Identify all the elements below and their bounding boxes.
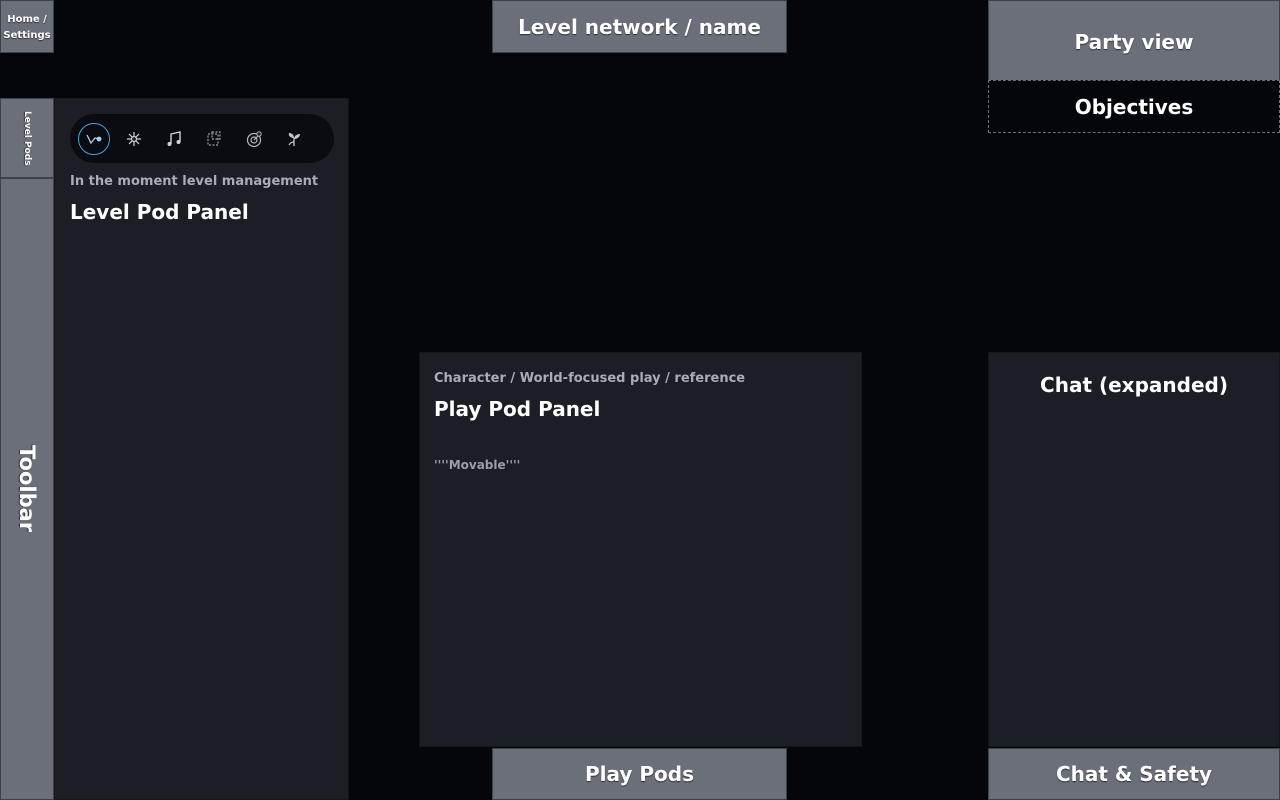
toolbar-label: Toolbar <box>15 445 39 533</box>
level-pod-panel: In the moment level management Level Pod… <box>54 98 349 800</box>
play-pods-label: Play Pods <box>584 762 694 786</box>
level-network-label: Level network / name <box>518 14 761 39</box>
play-pods-button[interactable]: Play Pods <box>492 748 787 800</box>
sparkle-icon[interactable] <box>118 123 150 155</box>
level-pod-title: Level Pod Panel <box>70 200 249 224</box>
level-pods-tab[interactable]: Level Pods <box>0 98 54 178</box>
play-pod-subtitle: Character / World-focused play / referen… <box>434 371 746 386</box>
level-pod-icon-bar <box>70 114 334 163</box>
chat-expanded-panel[interactable]: Chat (expanded) <box>988 352 1280 747</box>
chat-panel-title: Chat (expanded) <box>1040 373 1228 397</box>
sprout-icon[interactable] <box>278 123 310 155</box>
home-settings-button[interactable]: Home / Settings <box>0 0 54 53</box>
radar-icon[interactable] <box>238 123 270 155</box>
toolbar[interactable]: Toolbar <box>0 178 54 800</box>
chat-safety-label: Chat & Safety <box>1055 762 1213 786</box>
play-pod-panel[interactable]: Character / World-focused play / referen… <box>419 352 862 747</box>
level-pod-subtitle: In the moment level management <box>70 174 319 189</box>
music-note-icon[interactable] <box>158 123 190 155</box>
home-settings-label: Home / Settings <box>3 13 51 41</box>
party-view-label: Party view <box>1074 29 1194 54</box>
movable-note: ''''Movable'''' <box>434 458 521 472</box>
objectives-label: Objectives <box>1074 94 1194 119</box>
play-pod-title: Play Pod Panel <box>434 397 601 421</box>
level-pods-label: Level Pods <box>22 110 32 166</box>
party-view[interactable]: Party view <box>988 0 1280 81</box>
objectives-panel[interactable]: Objectives <box>988 80 1280 133</box>
dashed-square-icon[interactable] <box>198 123 230 155</box>
graph-icon[interactable] <box>78 122 110 155</box>
level-network-name[interactable]: Level network / name <box>492 0 787 53</box>
chat-safety-button[interactable]: Chat & Safety <box>988 748 1280 800</box>
